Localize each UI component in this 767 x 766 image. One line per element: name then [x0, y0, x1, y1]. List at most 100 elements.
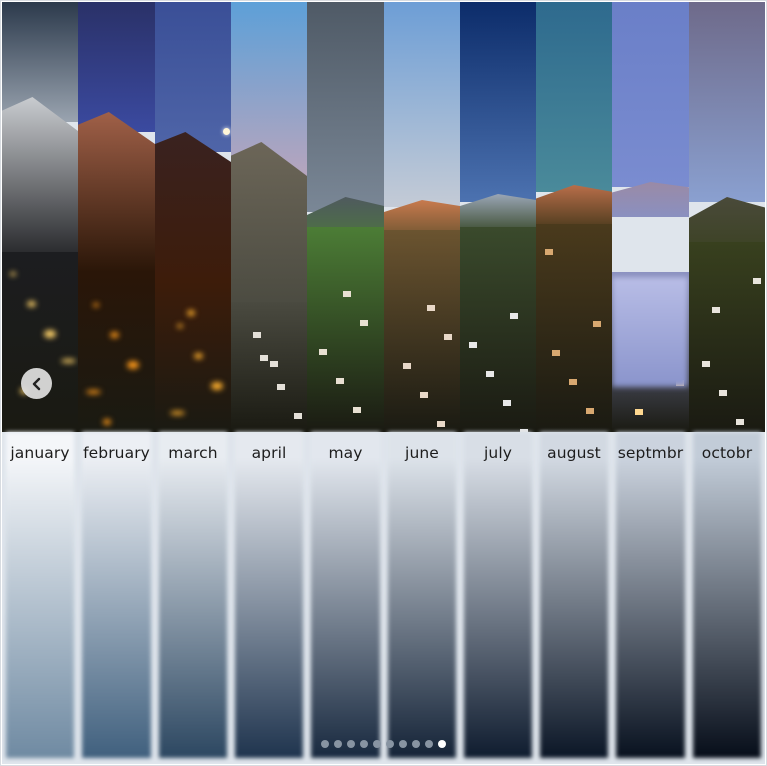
house: [635, 409, 643, 415]
sky: [307, 2, 384, 212]
month-gradient: [540, 432, 608, 758]
house: [427, 305, 435, 311]
village-light: [44, 330, 56, 338]
house: [586, 408, 594, 414]
month-column-april[interactable]: april: [231, 432, 307, 764]
pagination-dot[interactable]: [386, 740, 394, 748]
pagination-dot[interactable]: [347, 740, 355, 748]
month-column-may[interactable]: may: [307, 432, 384, 764]
village-light: [110, 332, 119, 338]
village-light: [211, 382, 223, 390]
landscape: [536, 224, 612, 432]
sky: [612, 2, 689, 187]
house: [270, 361, 278, 367]
seasonal-slideshow: january february march april may june july augu…: [2, 2, 765, 764]
village-light: [27, 301, 36, 307]
photo-column-may: [307, 2, 384, 432]
house: [277, 384, 285, 390]
village-light: [194, 353, 203, 359]
mountain: [78, 112, 155, 272]
pagination-dot[interactable]: [360, 740, 368, 748]
month-gradient-panel: january february march april may june july augu…: [2, 432, 765, 764]
pagination-dot-active[interactable]: [438, 740, 446, 748]
photo-column-july: [460, 2, 536, 432]
sky: [78, 2, 155, 132]
month-gradient: [159, 432, 227, 758]
photo-column-octobr: [689, 2, 765, 432]
month-column-march[interactable]: march: [155, 432, 231, 764]
landscape: [2, 252, 78, 432]
month-gradient: [693, 432, 761, 758]
landscape: [689, 242, 765, 432]
sky: [384, 2, 460, 207]
house: [336, 378, 344, 384]
month-gradient: [311, 432, 380, 758]
house: [253, 332, 261, 338]
house: [503, 400, 511, 406]
house: [469, 342, 477, 348]
month-label: february: [83, 444, 150, 462]
village-light: [86, 390, 101, 394]
house: [403, 363, 411, 369]
month-gradient: [388, 432, 456, 758]
month-label: july: [483, 444, 512, 462]
month-gradient: [235, 432, 303, 758]
month-label: septmbr: [617, 444, 684, 462]
month-column-octobr[interactable]: octobr: [689, 432, 765, 764]
sky: [536, 2, 612, 192]
village-light: [93, 303, 99, 307]
month-label: may: [328, 444, 363, 462]
house: [437, 421, 445, 427]
month-column-septmbr[interactable]: septmbr: [612, 432, 689, 764]
pagination-dot[interactable]: [412, 740, 420, 748]
house: [444, 334, 452, 340]
house: [420, 392, 428, 398]
photo-column-february: [78, 2, 155, 432]
village-light: [61, 359, 76, 363]
house: [260, 355, 268, 361]
fog: [612, 277, 688, 387]
pagination-dot[interactable]: [399, 740, 407, 748]
house: [486, 371, 494, 377]
village-light: [127, 361, 139, 369]
mountain: [612, 182, 689, 217]
month-column-august[interactable]: august: [536, 432, 612, 764]
month-column-july[interactable]: july: [460, 432, 536, 764]
house: [593, 321, 601, 327]
landscape: [384, 230, 460, 432]
month-label: august: [547, 444, 601, 462]
month-gradient: [6, 432, 74, 758]
pagination-dot[interactable]: [425, 740, 433, 748]
photo-column-june: [384, 2, 460, 432]
house: [753, 278, 761, 284]
previous-slide-button[interactable]: [21, 368, 52, 399]
month-column-june[interactable]: june: [384, 432, 460, 764]
pagination-dot[interactable]: [373, 740, 381, 748]
sky: [155, 2, 231, 152]
pagination-dot[interactable]: [321, 740, 329, 748]
month-gradient: [616, 432, 685, 758]
landscape: [307, 227, 384, 432]
house: [343, 291, 351, 297]
photo-column-septmbr: [612, 2, 689, 432]
house: [294, 413, 302, 419]
month-gradient: [82, 432, 151, 758]
house: [353, 407, 361, 413]
month-column-january[interactable]: january: [2, 432, 78, 764]
house: [719, 390, 727, 396]
pagination-dots: [2, 740, 765, 748]
landscape: [78, 272, 155, 432]
house: [552, 350, 560, 356]
photo-strip: [2, 2, 765, 432]
month-label: april: [251, 444, 287, 462]
chevron-left-icon: [32, 377, 40, 390]
pagination-dot[interactable]: [334, 740, 342, 748]
mountain: [2, 97, 78, 267]
house: [712, 307, 720, 313]
village-light: [187, 310, 195, 316]
house: [569, 379, 577, 385]
month-column-february[interactable]: february: [78, 432, 155, 764]
house: [545, 249, 553, 255]
photo-column-april: [231, 2, 307, 432]
photo-column-august: [536, 2, 612, 432]
